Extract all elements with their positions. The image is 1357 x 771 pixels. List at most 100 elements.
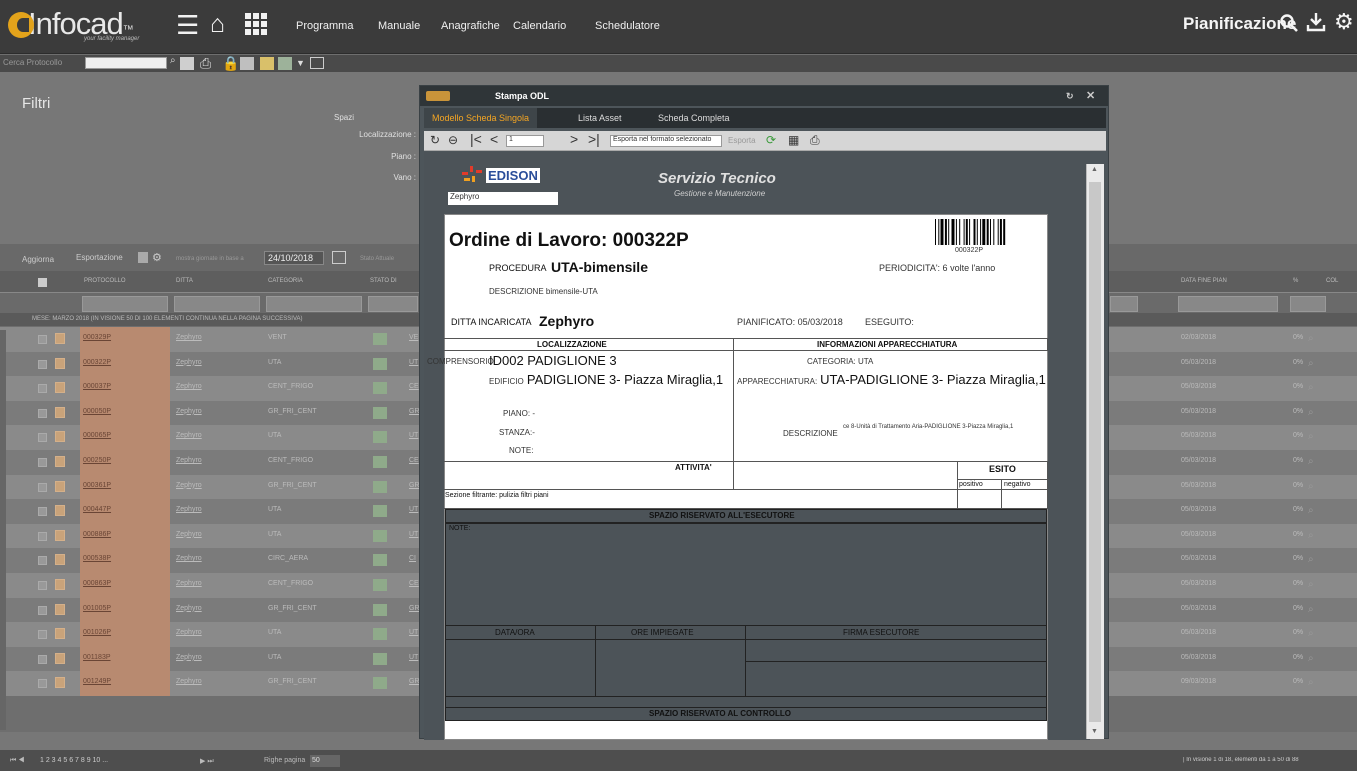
filter-date-start[interactable] [1110, 296, 1138, 312]
row-checkbox[interactable] [38, 482, 47, 492]
row-code[interactable]: GR [409, 605, 420, 612]
settings-small-icon[interactable]: ⚙ [152, 251, 162, 264]
row-search-icon[interactable]: ⌕ [1308, 604, 1314, 615]
row-search-icon[interactable]: ⌕ [1308, 505, 1314, 516]
search-report-icon[interactable]: ▦ [788, 133, 799, 147]
pager-next-last[interactable]: ▶ ⏭ [200, 757, 214, 766]
row-code[interactable]: GR [409, 482, 420, 489]
row-ditta[interactable]: Zephyro [176, 678, 202, 685]
filter-stato[interactable] [368, 296, 418, 312]
row-checkbox[interactable] [38, 605, 47, 615]
tab-modello-scheda-singola[interactable]: Modello Scheda Singola [424, 108, 538, 128]
row-code[interactable]: CI [409, 555, 416, 562]
search-icon[interactable] [1280, 12, 1298, 38]
calendar-icon[interactable] [180, 57, 194, 70]
side-handle[interactable] [0, 330, 6, 730]
date-picker-icon[interactable] [332, 251, 346, 264]
back-icon[interactable]: ⊖ [448, 133, 458, 147]
row-search-icon[interactable]: ⌕ [1308, 628, 1314, 639]
row-search-icon[interactable]: ⌕ [1308, 530, 1314, 541]
row-ditta[interactable]: Zephyro [176, 629, 202, 636]
row-search-icon[interactable]: ⌕ [1308, 333, 1314, 344]
refresh-button[interactable]: Aggiorna [22, 255, 54, 264]
row-ditta[interactable]: Zephyro [176, 482, 202, 489]
row-protocollo[interactable]: 001249P [83, 678, 111, 685]
pager-first-prev[interactable]: ⏮ ◀ [10, 757, 25, 765]
row-search-icon[interactable]: ⌕ [1308, 554, 1314, 565]
row-protocollo-cell[interactable]: 001026P [80, 622, 170, 647]
row-protocollo[interactable]: 001183P [83, 654, 111, 661]
dialog-restore-icon[interactable]: ↻ [1066, 86, 1074, 106]
hamburger-menu-icon[interactable]: ☰ [176, 10, 199, 41]
export-report-button[interactable]: Esporta [728, 136, 756, 145]
row-search-icon[interactable]: ⌕ [1308, 579, 1314, 590]
page-number-input[interactable]: 1 [506, 135, 544, 147]
search-protocol-input[interactable] [85, 57, 167, 69]
row-protocollo[interactable]: 000886P [83, 531, 111, 538]
row-code[interactable]: UT [409, 432, 418, 439]
prev-page-icon[interactable]: < [490, 131, 498, 147]
row-protocollo-cell[interactable]: 000050P [80, 400, 170, 426]
row-ditta[interactable]: Zephyro [176, 580, 202, 587]
filter-protocollo[interactable] [82, 296, 168, 312]
row-code[interactable]: UT [409, 629, 418, 636]
row-search-icon[interactable]: ⌕ [1308, 407, 1314, 418]
row-ditta[interactable]: Zephyro [176, 654, 202, 661]
row-protocollo[interactable]: 000037P [83, 383, 111, 390]
row-checkbox[interactable] [38, 507, 47, 517]
nav-schedulatore[interactable]: Schedulatore [595, 20, 660, 32]
sheet-icon[interactable] [278, 57, 292, 70]
row-code[interactable]: UT [409, 654, 418, 661]
row-protocollo-cell[interactable]: 000065P [80, 425, 170, 450]
row-ditta[interactable]: Zephyro [176, 383, 202, 390]
date-field[interactable]: 24/10/2018 [264, 251, 324, 265]
row-search-icon[interactable]: ⌕ [1308, 653, 1314, 664]
report-scroll-thumb[interactable] [1089, 182, 1101, 722]
row-document-icon[interactable] [55, 529, 65, 541]
row-protocollo[interactable]: 000250P [83, 457, 111, 464]
search-small-icon[interactable]: ⌕ [170, 55, 176, 66]
filter-percent[interactable] [1290, 296, 1326, 312]
lock-icon[interactable]: 🔒 [222, 55, 239, 72]
filter-categoria[interactable] [266, 296, 362, 312]
dialog-titlebar[interactable]: Stampa ODL ↻ ✕ [420, 86, 1108, 106]
row-document-icon[interactable] [55, 382, 65, 394]
apps-grid-icon[interactable] [245, 11, 267, 42]
row-protocollo[interactable]: 000050P [83, 408, 111, 415]
tab-scheda-completa[interactable]: Scheda Completa [650, 108, 738, 128]
col-ditta[interactable]: DITTA [176, 278, 193, 284]
pager-pages[interactable]: 1 2 3 4 5 6 7 8 9 10 ... [40, 757, 108, 764]
row-protocollo[interactable]: 000329P [83, 334, 111, 341]
row-ditta[interactable]: Zephyro [176, 408, 202, 415]
row-document-icon[interactable] [55, 406, 65, 418]
row-protocollo-cell[interactable]: 000447P [80, 499, 170, 524]
row-code[interactable]: GR [409, 408, 420, 415]
row-code[interactable]: UT [409, 531, 418, 538]
col-categoria[interactable]: CATEGORIA [268, 278, 303, 284]
filter-data-fine[interactable] [1178, 296, 1278, 312]
row-code[interactable]: GR [409, 678, 420, 685]
export-format-select[interactable]: Esporta nel formato selezionato [610, 135, 722, 147]
row-checkbox[interactable] [38, 654, 47, 664]
row-ditta[interactable]: Zephyro [176, 432, 202, 439]
row-code[interactable]: CE [409, 457, 419, 464]
row-code[interactable]: UT [409, 506, 418, 513]
row-search-icon[interactable]: ⌕ [1308, 431, 1314, 442]
row-code[interactable]: VE [409, 334, 418, 341]
row-code[interactable]: CE [409, 580, 419, 587]
last-page-icon[interactable]: >| [588, 131, 600, 147]
row-protocollo[interactable]: 000447P [83, 506, 111, 513]
nav-calendario[interactable]: Calendario [513, 20, 566, 32]
row-protocollo-cell[interactable]: 000538P [80, 548, 170, 573]
row-checkbox[interactable] [38, 531, 47, 541]
row-checkbox[interactable] [38, 458, 47, 467]
download-icon[interactable] [1306, 12, 1326, 38]
row-protocollo-cell[interactable]: 000250P [80, 450, 170, 475]
row-search-icon[interactable]: ⌕ [1308, 382, 1314, 393]
row-search-icon[interactable]: ⌕ [1308, 456, 1314, 467]
row-document-icon[interactable] [55, 431, 65, 443]
row-ditta[interactable]: Zephyro [176, 531, 202, 538]
row-checkbox[interactable] [38, 335, 47, 344]
row-code[interactable]: CE [409, 383, 419, 390]
row-ditta[interactable]: Zephyro [176, 334, 202, 341]
